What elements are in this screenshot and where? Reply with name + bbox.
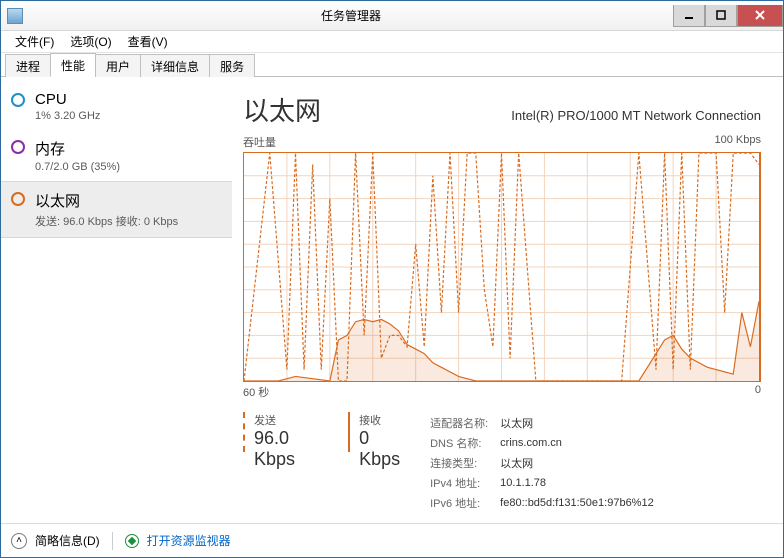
tab-services[interactable]: 服务: [209, 54, 255, 77]
page-title: 以太网: [243, 91, 321, 128]
prop-ipv6-v: fe80::bd5d:f131:50e1:97b6%12: [500, 494, 664, 512]
sent-label: 发送: [243, 412, 324, 428]
collapse-icon[interactable]: ˄: [11, 533, 27, 549]
window-title: 任务管理器: [29, 7, 673, 24]
maximize-button[interactable]: [705, 5, 737, 27]
adapter-properties: 适配器名称:以太网 DNS 名称:crins.com.cn 连接类型:以太网 I…: [428, 412, 666, 514]
y-axis-label: 吞吐量: [243, 134, 276, 150]
sidebar-net-name: 以太网: [35, 190, 178, 211]
tab-users[interactable]: 用户: [95, 54, 141, 77]
sidebar-mem-name: 内存: [35, 138, 120, 159]
chart-x-labels: 60 秒 0: [243, 384, 761, 400]
prop-ipv4-v: 10.1.1.78: [500, 474, 664, 492]
footer-divider: [112, 532, 113, 550]
open-resource-monitor-link[interactable]: 打开资源监视器: [147, 532, 231, 549]
body: CPU 1% 3.20 GHz 内存 0.7/2.0 GB (35%) 以太网 …: [1, 77, 783, 523]
tabs: 进程 性能 用户 详细信息 服务: [1, 53, 783, 77]
tab-processes[interactable]: 进程: [5, 54, 51, 77]
sidebar-item-cpu[interactable]: CPU 1% 3.20 GHz: [1, 83, 232, 130]
prop-dns-v: crins.com.cn: [500, 434, 664, 452]
prop-adapter-k: 适配器名称:: [430, 414, 498, 432]
task-manager-window: 任务管理器 文件(F) 选项(O) 查看(V) 进程 性能 用户 详细信息 服务…: [0, 0, 784, 558]
sidebar: CPU 1% 3.20 GHz 内存 0.7/2.0 GB (35%) 以太网 …: [1, 77, 233, 523]
stat-recv: 接收 0 Kbps: [348, 412, 404, 514]
prop-dns-k: DNS 名称:: [430, 434, 498, 452]
close-button[interactable]: [737, 5, 783, 27]
stat-sent: 发送 96.0 Kbps: [243, 412, 324, 514]
app-icon: [7, 8, 23, 24]
chart-top-labels: 吞吐量 100 Kbps: [243, 134, 761, 150]
x-axis-left: 60 秒: [243, 384, 269, 400]
window-controls: [673, 5, 783, 27]
main-header: 以太网 Intel(R) PRO/1000 MT Network Connect…: [243, 91, 761, 128]
x-axis-right: 0: [755, 384, 761, 400]
resource-monitor-icon: [125, 534, 139, 548]
sidebar-mem-sub: 0.7/2.0 GB (35%): [35, 161, 120, 173]
titlebar[interactable]: 任务管理器: [1, 1, 783, 31]
sidebar-item-memory[interactable]: 内存 0.7/2.0 GB (35%): [1, 130, 232, 181]
sent-value: 96.0 Kbps: [243, 428, 324, 470]
prop-conn-k: 连接类型:: [430, 454, 498, 472]
ethernet-icon: [11, 192, 25, 206]
recv-label: 接收: [348, 412, 404, 428]
adapter-description: Intel(R) PRO/1000 MT Network Connection: [511, 108, 761, 123]
footer: ˄ 简略信息(D) 打开资源监视器: [1, 523, 783, 557]
tab-details[interactable]: 详细信息: [140, 54, 210, 77]
prop-conn-v: 以太网: [500, 454, 664, 472]
sidebar-item-ethernet[interactable]: 以太网 发送: 96.0 Kbps 接收: 0 Kbps: [1, 181, 232, 238]
prop-ipv4-k: IPv4 地址:: [430, 474, 498, 492]
y-axis-max: 100 Kbps: [715, 134, 761, 150]
memory-icon: [11, 140, 25, 154]
prop-ipv6-k: IPv6 地址:: [430, 494, 498, 512]
brief-info-button[interactable]: 简略信息(D): [35, 532, 100, 549]
throughput-chart[interactable]: [243, 152, 761, 382]
sidebar-cpu-name: CPU: [35, 91, 100, 108]
tab-performance[interactable]: 性能: [50, 53, 96, 77]
recv-marker-icon: [348, 412, 351, 452]
menu-options[interactable]: 选项(O): [62, 31, 119, 52]
cpu-icon: [11, 93, 25, 107]
chart-svg: [244, 153, 759, 381]
stats-row: 发送 96.0 Kbps 接收 0 Kbps 适配器名称:以太网 DNS 名称:…: [243, 412, 761, 514]
sent-marker-icon: [243, 412, 246, 452]
menu-file[interactable]: 文件(F): [7, 31, 62, 52]
menubar: 文件(F) 选项(O) 查看(V): [1, 31, 783, 53]
sidebar-net-sub: 发送: 96.0 Kbps 接收: 0 Kbps: [35, 213, 178, 229]
sidebar-cpu-sub: 1% 3.20 GHz: [35, 110, 100, 122]
menu-view[interactable]: 查看(V): [120, 31, 176, 52]
minimize-button[interactable]: [673, 5, 705, 27]
recv-value: 0 Kbps: [348, 428, 404, 470]
prop-adapter-v: 以太网: [500, 414, 664, 432]
main-panel: 以太网 Intel(R) PRO/1000 MT Network Connect…: [233, 77, 783, 523]
